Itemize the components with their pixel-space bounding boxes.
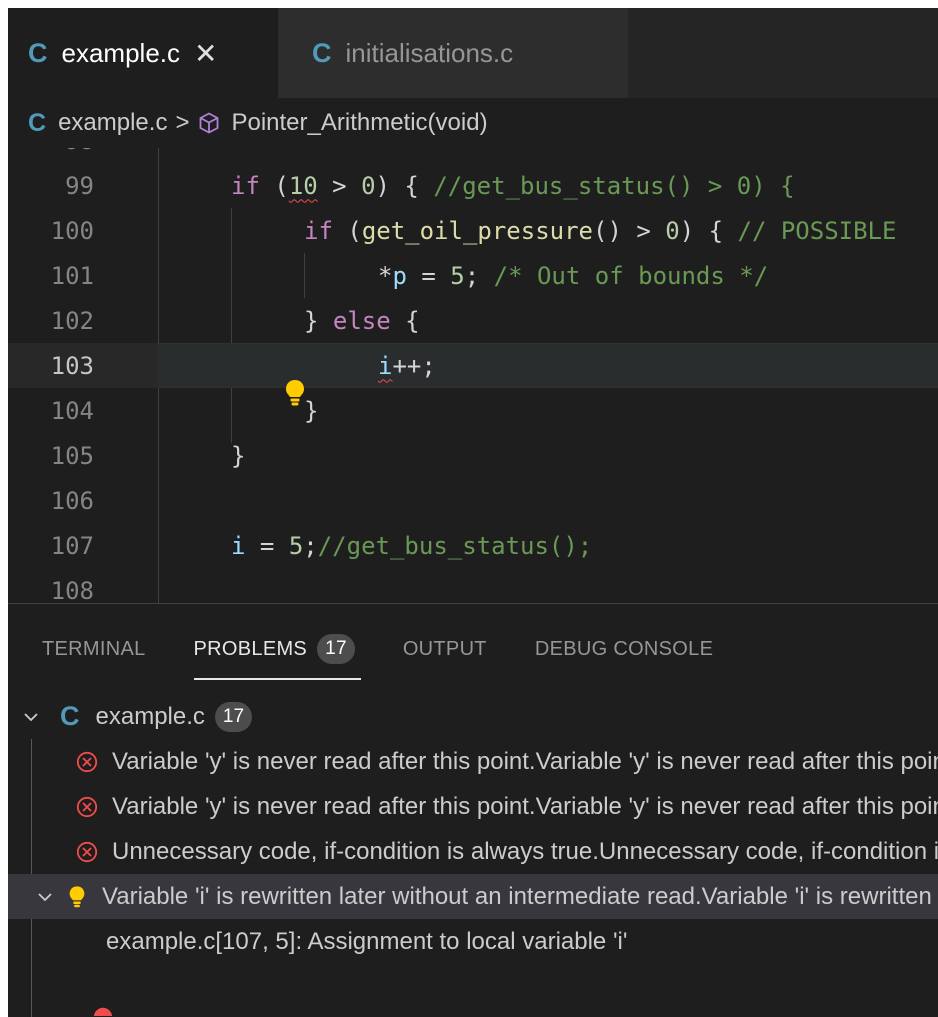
tab-example-c[interactable]: C example.c ✕ [8, 8, 278, 98]
related-message: example.c[107, 5]: Assignment to local v… [106, 927, 628, 955]
problem-item-selected[interactable]: Variable 'i' is rewritten later without … [8, 874, 938, 919]
line-number: 98 [8, 148, 94, 155]
c-file-icon: C [312, 37, 332, 68]
code-line: 108 [8, 568, 938, 604]
breadcrumb-symbol[interactable]: Pointer_Arithmetic(void) [231, 109, 487, 137]
line-number: 106 [50, 486, 94, 515]
tab-output[interactable]: OUTPUT [403, 604, 487, 694]
close-icon[interactable]: ✕ [194, 37, 217, 70]
tab-terminal[interactable]: TERMINAL [42, 604, 146, 694]
code-editor[interactable]: 98 99 if (10 > 0) { //get_bus_status() >… [8, 148, 938, 603]
code-line: 98 [8, 148, 938, 163]
problem-message: Unnecessary code, if-condition is always… [112, 837, 938, 865]
line-number: 104 [50, 396, 94, 425]
code-line: 105 } [8, 433, 938, 478]
code-text: *p = 5; /* Out of bounds */ [378, 261, 769, 290]
symbol-method-icon [197, 111, 221, 135]
error-icon [76, 751, 98, 773]
line-number: 107 [50, 531, 94, 560]
breadcrumb: C example.c > Pointer_Arithmetic(void) [8, 98, 938, 148]
panel-tab-bar: TERMINAL PROBLEMS 17 OUTPUT DEBUG CONSOL… [8, 604, 938, 694]
file-name: example.c [95, 702, 205, 730]
bottom-panel: TERMINAL PROBLEMS 17 OUTPUT DEBUG CONSOL… [8, 603, 938, 1017]
code-line: 106 [8, 478, 938, 523]
c-file-icon: C [28, 108, 47, 137]
error-icon [76, 841, 98, 863]
code-text: i++; [378, 351, 436, 380]
code-line: 99 if (10 > 0) { //get_bus_status() > 0)… [8, 163, 938, 208]
code-line: 101 *p = 5; /* Out of bounds */ [8, 253, 938, 298]
problem-item[interactable]: Variable 'y' is never read after this po… [8, 784, 938, 829]
related-information-item[interactable]: example.c[107, 5]: Assignment to local v… [8, 919, 938, 964]
line-number: 103 [50, 351, 94, 380]
line-number: 99 [65, 171, 94, 200]
problems-file-node[interactable]: C example.c 17 [8, 694, 938, 739]
error-icon [92, 1006, 114, 1016]
code-text: } [304, 396, 319, 425]
tab-label: example.c [61, 37, 181, 68]
problem-message: Variable 'y' is never read after this po… [112, 747, 938, 775]
code-text: if (get_oil_pressure() > 0) { // POSSIBL… [304, 216, 897, 245]
code-text: if (10 > 0) { //get_bus_status() > 0) { [231, 171, 795, 200]
breadcrumb-separator: > [175, 109, 190, 136]
problem-message: Variable 'y' is never read after this po… [112, 792, 938, 820]
tab-label: initialisations.c [345, 37, 514, 68]
problem-item[interactable]: Variable 'y' is never read after this po… [8, 739, 938, 784]
breadcrumb-file[interactable]: example.c [58, 109, 167, 137]
c-file-icon: C [28, 37, 48, 68]
code-line-current: 103 i++; [8, 343, 938, 406]
line-number: 102 [50, 306, 94, 335]
vscode-window: C example.c ✕ C initialisations.c C exam… [8, 8, 938, 1017]
code-text: } [231, 441, 246, 470]
lightbulb-icon [68, 885, 86, 909]
line-number: 100 [50, 216, 94, 245]
file-problem-count: 17 [214, 701, 253, 732]
problem-message: Variable 'i' is rewritten later without … [102, 882, 938, 910]
code-line: 107 i = 5;//get_bus_status(); [8, 523, 938, 568]
tab-debug-console[interactable]: DEBUG CONSOLE [535, 604, 713, 694]
problems-count-badge: 17 [317, 634, 355, 664]
code-line: 100 if (get_oil_pressure() > 0) { // POS… [8, 208, 938, 253]
code-line: 102 } else { [8, 298, 938, 343]
tab-problems[interactable]: PROBLEMS 17 [193, 604, 362, 694]
chevron-down-icon[interactable] [22, 708, 40, 726]
error-icon [76, 796, 98, 818]
c-file-icon: C [60, 701, 80, 731]
line-number: 101 [50, 261, 94, 290]
chevron-down-icon[interactable] [36, 888, 54, 906]
line-number: 108 [50, 576, 94, 604]
code-text: } else { [304, 306, 420, 335]
problem-item[interactable]: Unnecessary code, if-condition is always… [8, 829, 938, 874]
code-line: 104 } [8, 388, 938, 433]
tab-initialisations-c[interactable]: C initialisations.c [278, 8, 628, 98]
editor-tab-bar: C example.c ✕ C initialisations.c [8, 8, 938, 98]
line-number: 105 [50, 441, 94, 470]
code-text: i = 5;//get_bus_status(); [231, 531, 593, 560]
